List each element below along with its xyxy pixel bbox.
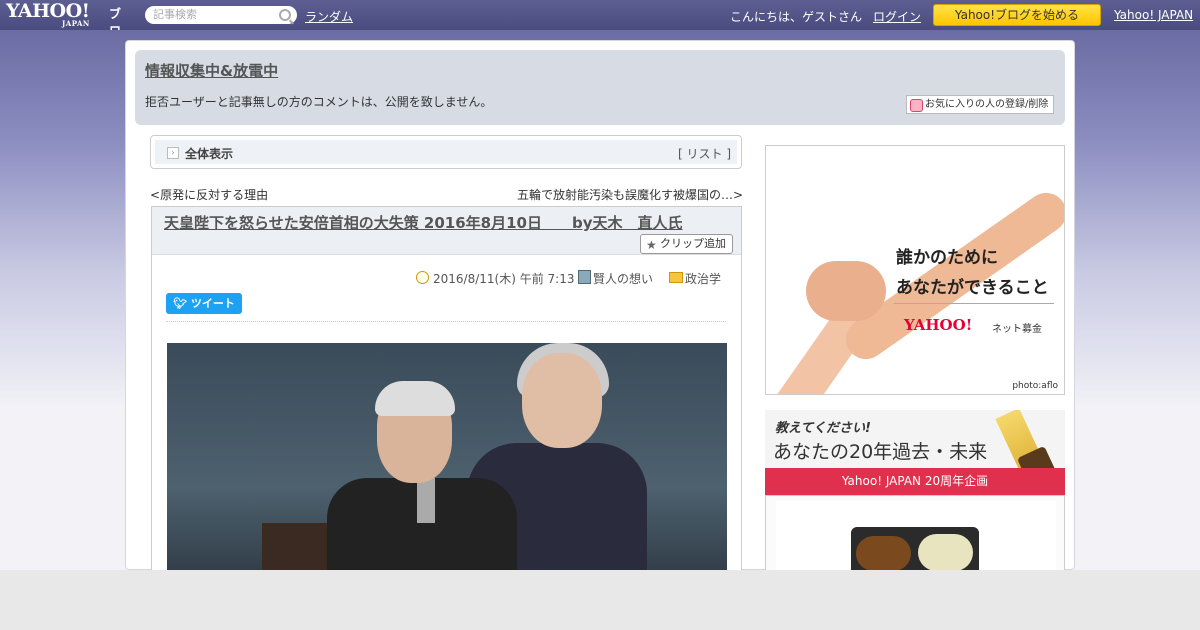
tweet-button[interactable]: 🐦︎ ツイート (166, 293, 242, 314)
bottom-overlay (0, 570, 1200, 630)
ad1-yahoo-logo: YAHOO! (904, 316, 973, 334)
prev-marker: < (150, 188, 161, 202)
star-icon: ★ (646, 238, 657, 252)
login-link[interactable]: ログイン (873, 8, 921, 25)
search-placeholder: 記事検索 (153, 8, 197, 21)
favorite-button[interactable]: お気に入りの人の登録/削除 (906, 95, 1054, 114)
search-input[interactable]: 記事検索 (145, 6, 297, 24)
ad1-line2: あなたができること (896, 278, 1049, 298)
ad1-rule (894, 303, 1054, 304)
favorite-button-label: お気に入りの人の登録/削除 (925, 99, 1049, 110)
photo-figure-left-tie (417, 478, 435, 523)
blog-title[interactable]: 情報収集中&放電中 (145, 60, 278, 81)
article-title[interactable]: 天皇陛下を怒らせた安倍首相の大失策 2016年8月10日 by天木 直人氏 (164, 212, 683, 233)
start-blog-button[interactable]: Yahoo!ブログを始める (933, 4, 1101, 26)
all-display-bar-inner: › 全体表示 [ リスト ] (155, 140, 737, 164)
ad1-logo-sub: ネット募金 (992, 324, 1042, 335)
clip-button[interactable]: ★ クリップ追加 (640, 234, 733, 254)
twitter-bird-icon: 🐦︎ (173, 297, 188, 310)
article-header: 天皇陛下を怒らせた安倍首相の大失策 2016年8月10日 by天木 直人氏 ★ … (152, 207, 741, 255)
logo-sub: JAPAN (62, 19, 90, 28)
blog-description: 拒否ユーザーと記事無しの方のコメントは、公開を致しません。 (145, 95, 493, 109)
ad2-bar: Yahoo! JAPAN 20周年企画 (765, 468, 1065, 495)
ad2-line2: あなたの20年過去・未来 (773, 441, 988, 463)
sidebar-ad-20th[interactable]: 教えてください! あなたの20年過去・未来 Yahoo! JAPAN 20周年企… (765, 410, 1065, 495)
list-close-bracket: ] (722, 147, 731, 161)
all-display-label[interactable]: 全体表示 (185, 145, 233, 162)
clock-icon (416, 271, 429, 284)
blog-header: 情報収集中&放電中 拒否ユーザーと記事無しの方のコメントは、公開を致しません。 … (135, 50, 1065, 125)
next-marker: > (733, 188, 744, 202)
next-article-link[interactable]: 五輪で放射能汚染も誤魔化す被爆国の… (517, 188, 733, 202)
top-bar: YAHOO! JAPAN ブログ 記事検索 ランダム こんにちは、ゲストさん ロ… (0, 0, 1200, 56)
sidebar-ad-donation[interactable]: 誰かのために あなたができること YAHOO! ネット募金 photo:aflo (765, 145, 1065, 395)
article-category-2[interactable]: 政治学 (685, 270, 721, 287)
ad-hands (806, 261, 886, 321)
prev-article-link[interactable]: 原発に反対する理由 (160, 188, 268, 202)
clip-button-label: クリップ追加 (660, 237, 726, 250)
list-link-wrapper: [ リスト ] (678, 145, 731, 162)
heart-icon (910, 99, 923, 112)
greeting-text: こんにちは、ゲストさん (730, 10, 863, 24)
tweet-button-label: ツイート (190, 297, 235, 310)
random-link[interactable]: ランダム (305, 8, 353, 25)
all-display-bar: › 全体表示 [ リスト ] (150, 135, 742, 169)
prev-article-nav: <原発に反対する理由 (150, 186, 268, 203)
yahoo-japan-link[interactable]: Yahoo! JAPAN (1114, 8, 1193, 22)
folder-icon (669, 272, 683, 283)
photo-figure-right-head (522, 353, 602, 448)
bento-right-compartment (918, 534, 973, 571)
ad1-photo-credit: photo:aflo (1012, 381, 1058, 391)
ad2-line1: 教えてください! (775, 421, 871, 436)
yahoo-blog-logo[interactable]: YAHOO! JAPAN ブログ (6, 0, 121, 56)
logo-main: YAHOO! (6, 0, 90, 22)
book-icon (578, 270, 591, 284)
chevron-right-icon: › (167, 147, 179, 159)
sidebar-ad-bento[interactable] (765, 495, 1065, 577)
article-photo (167, 343, 727, 583)
article-category-1[interactable]: 賢人の想い (593, 270, 653, 287)
photo-figure-left-hair (375, 381, 455, 416)
article-date[interactable]: 2016/8/11(木) 午前 7:13 (433, 270, 574, 287)
search-icon[interactable] (279, 9, 291, 21)
ad1-line1: 誰かのために (896, 248, 998, 268)
list-link[interactable]: リスト (686, 147, 722, 161)
bento-left-compartment (856, 536, 911, 571)
article: 天皇陛下を怒らせた安倍首相の大失策 2016年8月10日 by天木 直人氏 ★ … (151, 206, 742, 586)
next-article-nav: 五輪で放射能汚染も誤魔化す被爆国の…> (517, 186, 743, 203)
divider (166, 321, 726, 322)
